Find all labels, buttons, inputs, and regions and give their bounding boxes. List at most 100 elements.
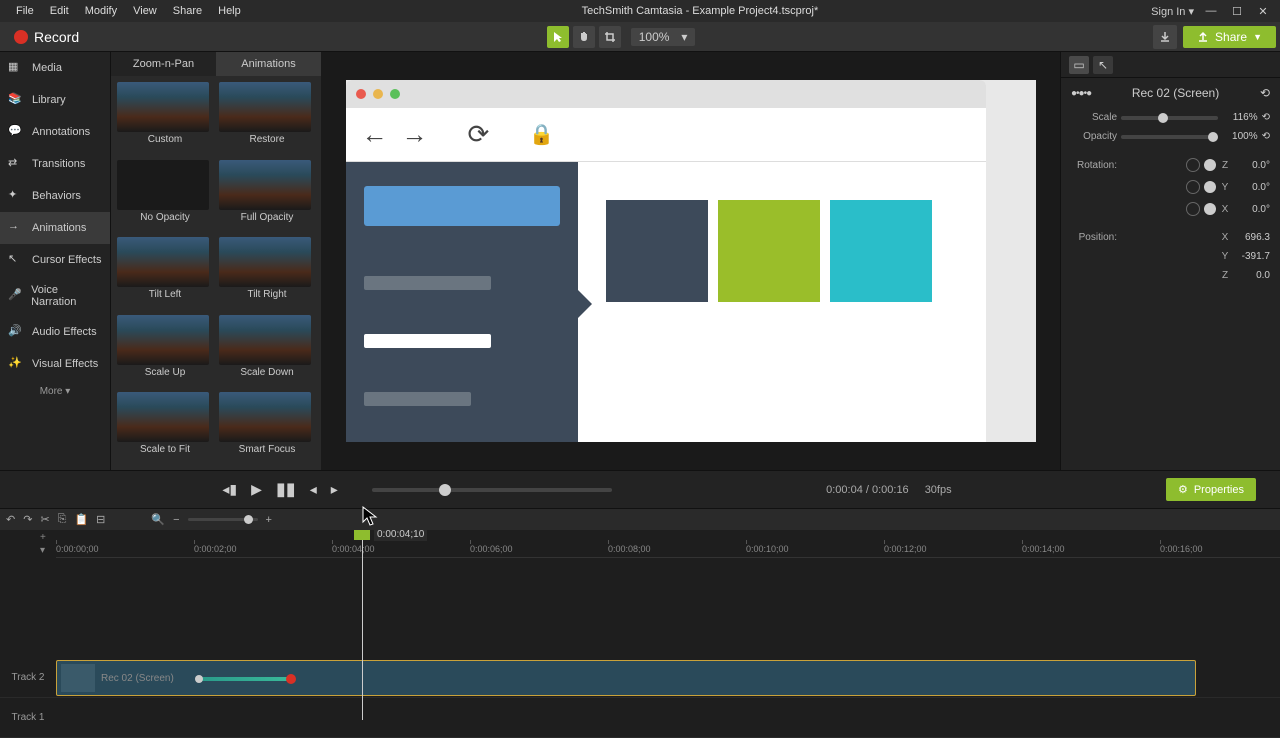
sidebar-item-audio[interactable]: 🔊Audio Effects: [0, 316, 110, 348]
track-row[interactable]: Track 2 Rec 02 (Screen): [0, 658, 1280, 698]
sidebar-item-transitions[interactable]: ⇄Transitions: [0, 148, 110, 180]
tab-animations[interactable]: Animations: [216, 52, 321, 76]
sidebar-item-label: Visual Effects: [32, 358, 98, 370]
opacity-slider[interactable]: [1121, 135, 1218, 139]
props-tab-cursor[interactable]: ↖: [1093, 56, 1113, 74]
sidebar-item-behaviors[interactable]: ✦Behaviors: [0, 180, 110, 212]
playback-slider[interactable]: [372, 488, 612, 492]
sidebar-item-label: Cursor Effects: [32, 254, 102, 266]
sign-in-link[interactable]: Sign In ▾: [1151, 5, 1194, 18]
pause-button[interactable]: ▮▮: [276, 479, 296, 500]
animation-preset[interactable]: Scale Down: [219, 315, 315, 387]
split-button[interactable]: ⊟: [96, 513, 105, 526]
preset-thumbnail: [117, 82, 209, 132]
add-track-button[interactable]: +: [40, 532, 46, 543]
menu-modify[interactable]: Modify: [77, 5, 125, 17]
canvas-zoom-select[interactable]: 100% ▾: [631, 28, 696, 46]
track-row[interactable]: Track 1: [0, 698, 1280, 738]
preset-thumbnail: [219, 237, 311, 287]
animation-preset[interactable]: Tilt Right: [219, 237, 315, 309]
undo-button[interactable]: ↶: [6, 513, 15, 526]
rotation-dial-icon[interactable]: [1186, 158, 1200, 172]
step-forward-button[interactable]: ▸: [331, 481, 338, 498]
share-button[interactable]: Share ▼: [1183, 26, 1276, 48]
timeline-ruler[interactable]: 0:00:00;000:00:02;000:00:04;000:00:06;00…: [56, 530, 1280, 558]
menu-file[interactable]: File: [8, 5, 42, 17]
sidebar-item-library[interactable]: 📚Library: [0, 84, 110, 116]
maximize-button[interactable]: ☐: [1228, 4, 1246, 18]
animation-preset[interactable]: Smart Focus: [219, 392, 315, 464]
ruler-tick: 0:00:16;00: [1160, 544, 1203, 554]
mic-icon: 🎤: [8, 288, 23, 304]
animation-preset[interactable]: Scale Up: [117, 315, 213, 387]
record-button[interactable]: Record: [4, 27, 89, 47]
animation-preset[interactable]: Full Opacity: [219, 160, 315, 232]
minimize-button[interactable]: —: [1202, 4, 1220, 18]
rotation-dial-icon[interactable]: [1186, 202, 1200, 216]
animation-preset[interactable]: Custom: [117, 82, 213, 154]
prev-frame-button[interactable]: ◂▮: [222, 481, 237, 498]
collapse-tracks-button[interactable]: ▾: [40, 545, 46, 556]
animation-preset[interactable]: No Opacity: [117, 160, 213, 232]
menu-help[interactable]: Help: [210, 5, 249, 17]
rotation-x-value[interactable]: 0.0°: [1234, 204, 1270, 215]
menu-edit[interactable]: Edit: [42, 5, 77, 17]
download-button[interactable]: [1153, 25, 1177, 49]
animation-preset[interactable]: Restore: [219, 82, 315, 154]
position-z-value[interactable]: 0.0: [1234, 270, 1270, 281]
menu-share[interactable]: Share: [165, 5, 210, 17]
playhead[interactable]: 0:00:04;10: [362, 530, 363, 720]
copy-button[interactable]: ⎘: [58, 513, 67, 526]
properties-button[interactable]: ⚙ Properties: [1166, 478, 1256, 501]
position-x-value[interactable]: 696.3: [1234, 232, 1270, 243]
pan-mode-button[interactable]: [573, 26, 595, 48]
zoom-in-button[interactable]: +: [266, 514, 272, 526]
position-y-value[interactable]: -391.7: [1234, 251, 1270, 262]
animation-arrow[interactable]: [197, 677, 293, 681]
props-tab-visual[interactable]: ▭: [1069, 56, 1089, 74]
edit-mode-button[interactable]: [547, 26, 569, 48]
paste-button[interactable]: 📋: [74, 513, 88, 526]
crop-mode-button[interactable]: [599, 26, 621, 48]
visual-icon: ✨: [8, 356, 24, 372]
animation-preset[interactable]: Scale to Fit: [117, 392, 213, 464]
sidebar-item-voice[interactable]: 🎤Voice Narration: [0, 276, 110, 316]
menu-view[interactable]: View: [125, 5, 165, 17]
timeline-clip[interactable]: Rec 02 (Screen): [56, 660, 1196, 696]
step-back-button[interactable]: ◂: [310, 481, 317, 498]
cut-button[interactable]: ✂: [40, 513, 49, 526]
animations-panel: Zoom-n-Pan Animations CustomRestore No Op…: [111, 52, 321, 470]
back-arrow-icon: ←: [362, 119, 388, 150]
scale-slider[interactable]: [1121, 116, 1218, 120]
zoom-fit-button[interactable]: 🔍: [151, 513, 165, 526]
rotation-z-value[interactable]: 0.0°: [1234, 160, 1270, 171]
canvas-area[interactable]: ← → ⟳ 🔒: [321, 52, 1060, 470]
canvas[interactable]: ← → ⟳ 🔒: [346, 80, 1036, 442]
tab-zoom-n-pan[interactable]: Zoom-n-Pan: [111, 52, 216, 76]
preset-label: No Opacity: [117, 212, 213, 223]
playhead-handle[interactable]: [354, 530, 370, 540]
reset-icon[interactable]: ⟲: [1262, 112, 1270, 123]
play-button[interactable]: ▶: [251, 481, 262, 498]
redo-button[interactable]: ↷: [23, 513, 32, 526]
reset-icon[interactable]: ⟲: [1260, 86, 1270, 100]
sidebar-item-annotations[interactable]: 💬Annotations: [0, 116, 110, 148]
zoom-out-button[interactable]: −: [173, 514, 179, 526]
reset-icon[interactable]: ⟲: [1262, 131, 1270, 142]
sidebar-item-media[interactable]: ▦Media: [0, 52, 110, 84]
sidebar-item-label: Annotations: [32, 126, 90, 138]
close-button[interactable]: ✕: [1254, 4, 1272, 18]
sidebar-more[interactable]: More ▾: [0, 380, 110, 403]
rotation-y-value[interactable]: 0.0°: [1234, 182, 1270, 193]
mock-primary-button: [364, 186, 560, 226]
sidebar-item-cursor[interactable]: ↖Cursor Effects: [0, 244, 110, 276]
axis-z-label: Z: [1220, 270, 1230, 281]
traffic-light-max: [390, 89, 400, 99]
animation-preset[interactable]: Tilt Left: [117, 237, 213, 309]
rotation-dial-icon[interactable]: [1186, 180, 1200, 194]
sidebar-item-visual[interactable]: ✨ Visual Effects: [0, 348, 110, 380]
timeline[interactable]: + ▾ 0:00:00;000:00:02;000:00:04;000:00:0…: [0, 530, 1280, 720]
sidebar-item-animations[interactable]: →Animations: [0, 212, 110, 244]
axis-y-label: Y: [1220, 251, 1230, 262]
timeline-zoom-slider[interactable]: [188, 518, 258, 521]
